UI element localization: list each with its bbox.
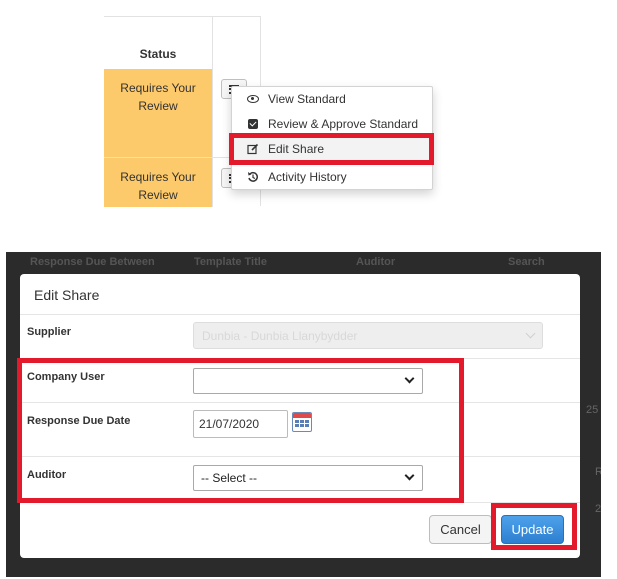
auditor-label: Auditor bbox=[27, 469, 67, 481]
field-divider bbox=[20, 402, 580, 403]
menu-item-review-approve[interactable]: Review & Approve Standard bbox=[232, 112, 432, 136]
modal-title: Edit Share bbox=[34, 287, 100, 303]
chevron-down-icon bbox=[525, 328, 536, 339]
bg-column-header: Response Due Between bbox=[30, 256, 155, 268]
status-line: Requires Your bbox=[120, 170, 196, 184]
response-due-date-label: Response Due Date bbox=[27, 415, 131, 427]
bg-column-header: Template Title bbox=[194, 256, 267, 268]
supplier-label: Supplier bbox=[27, 326, 72, 338]
modal-header-divider bbox=[20, 314, 580, 315]
calendar-icon[interactable] bbox=[292, 412, 312, 432]
company-user-label: Company User bbox=[27, 371, 105, 383]
company-user-select[interactable] bbox=[193, 368, 423, 394]
status-cell: Requires Your Review bbox=[104, 69, 212, 157]
checkbox-icon bbox=[248, 119, 258, 129]
menu-divider bbox=[232, 163, 432, 164]
cancel-button[interactable]: Cancel bbox=[429, 515, 492, 544]
chevron-down-icon bbox=[404, 470, 415, 481]
bg-cell-fragment: 2 bbox=[595, 503, 601, 515]
history-icon bbox=[248, 171, 258, 182]
menu-item-label: View Standard bbox=[268, 92, 346, 106]
chevron-down-icon bbox=[404, 373, 415, 384]
status-cell: Requires Your Review bbox=[104, 158, 212, 207]
edit-icon bbox=[247, 143, 259, 155]
supplier-select: Dunbia - Dunbia Llanybydder bbox=[193, 322, 543, 349]
menu-item-label: Edit Share bbox=[268, 142, 325, 156]
response-due-date-value: 21/07/2020 bbox=[199, 417, 260, 431]
bg-column-header: Search bbox=[508, 256, 545, 268]
status-line: Review bbox=[138, 99, 178, 113]
menu-item-activity-history[interactable]: Activity History bbox=[232, 165, 432, 189]
edit-share-modal: Edit Share Supplier Dunbia - Dunbia Llan… bbox=[20, 274, 580, 558]
menu-item-label: Review & Approve Standard bbox=[268, 117, 419, 131]
menu-item-label: Activity History bbox=[268, 170, 347, 184]
response-due-date-input[interactable]: 21/07/2020 bbox=[193, 410, 288, 438]
menu-item-view-standard[interactable]: View Standard bbox=[232, 87, 432, 111]
bg-cell-fragment: R bbox=[595, 466, 601, 478]
modal-footer-divider bbox=[20, 502, 580, 503]
auditor-value: -- Select -- bbox=[201, 471, 258, 485]
update-button[interactable]: Update bbox=[501, 515, 564, 544]
status-line: Requires Your bbox=[120, 81, 196, 95]
status-line: Review bbox=[138, 188, 178, 202]
status-column-header: Status bbox=[139, 47, 177, 61]
auditor-select[interactable]: -- Select -- bbox=[193, 465, 423, 491]
eye-icon bbox=[247, 95, 259, 103]
column-divider bbox=[212, 17, 213, 207]
field-divider bbox=[20, 456, 580, 457]
bg-cell-fragment: 25 bbox=[586, 404, 599, 416]
menu-item-edit-share[interactable]: Edit Share bbox=[232, 137, 432, 161]
row-actions-menu: View Standard Review & Approve Standard … bbox=[231, 86, 433, 190]
field-divider bbox=[20, 358, 580, 359]
bg-column-header: Auditor bbox=[356, 256, 396, 268]
supplier-value: Dunbia - Dunbia Llanybydder bbox=[202, 329, 358, 343]
